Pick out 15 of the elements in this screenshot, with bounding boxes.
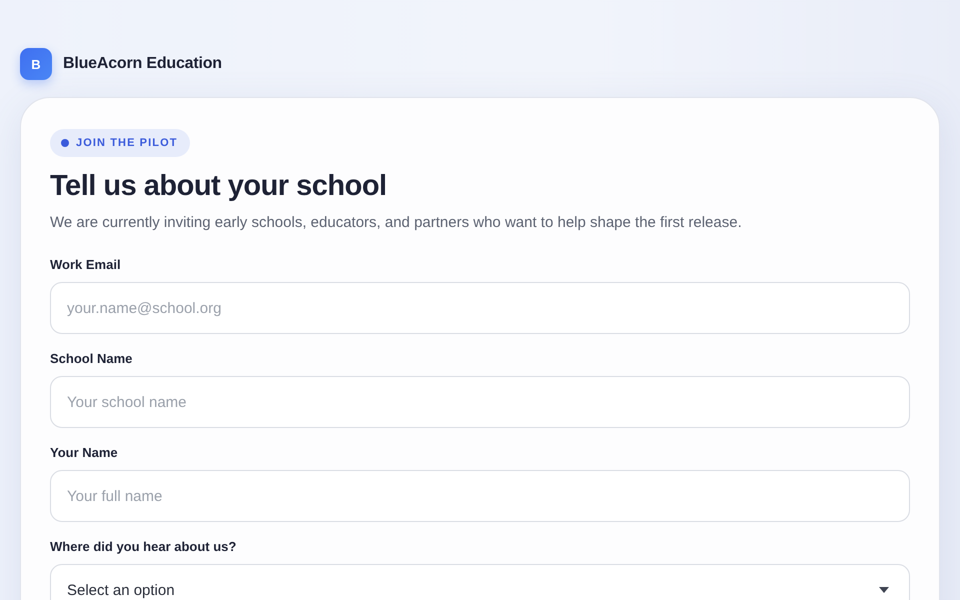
- field-label: Work Email: [50, 257, 122, 273]
- page-subtitle: We are currently inviting early schools, educators, and partners who want to help shape the first release.: [50, 213, 743, 233]
- text-input[interactable]: your.name@school.org: [50, 282, 910, 334]
- text-input[interactable]: Your full name: [50, 470, 910, 522]
- page-title: Tell us about your school: [50, 169, 388, 203]
- brand-logo: B: [20, 48, 52, 80]
- field-label: School Name: [50, 351, 134, 367]
- field-label: Where did you hear about us?: [50, 539, 238, 555]
- badge-label: JOIN THE PILOT: [76, 137, 178, 149]
- select-dropdown[interactable]: Select an option: [50, 564, 910, 600]
- caret-icon: [879, 587, 889, 593]
- field-label: Your Name: [50, 445, 119, 461]
- brand-name: BlueAcorn Education: [63, 55, 222, 73]
- status-dot-icon: [61, 139, 69, 147]
- text-input[interactable]: Your school name: [50, 376, 910, 428]
